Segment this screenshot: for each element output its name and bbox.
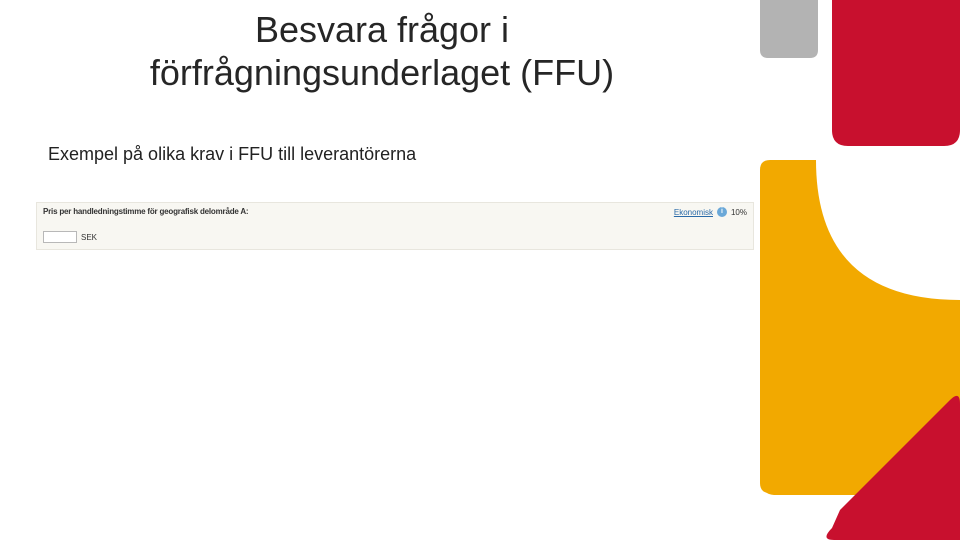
yellow-shape-icon [760, 160, 960, 493]
red-shape-bottom-icon [826, 396, 960, 540]
info-icon[interactable]: i [717, 207, 727, 217]
decorative-shapes [760, 0, 960, 540]
price-label: Pris per handledningstimme för geografis… [43, 207, 248, 216]
red-shape-top-icon [832, 0, 960, 145]
price-requirement-box: Pris per handledningstimme för geografis… [36, 202, 754, 250]
grey-shape-icon [760, 0, 818, 58]
price-input[interactable] [43, 231, 77, 243]
economic-link[interactable]: Ekonomisk [674, 208, 713, 217]
weight-percent: 10% [731, 208, 747, 217]
currency-suffix: SEK [81, 233, 97, 242]
slide-title: Besvara frågor i förfrågningsunderlaget … [72, 8, 692, 94]
slide-subtitle: Exempel på olika krav i FFU till leveran… [48, 144, 416, 165]
